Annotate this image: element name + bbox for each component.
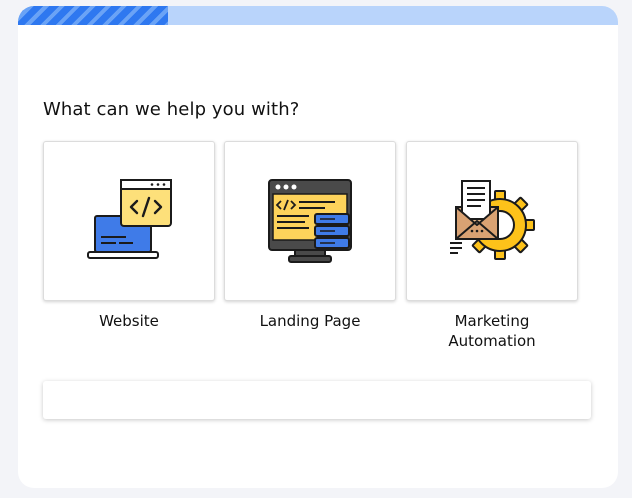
email-gear-icon	[450, 180, 535, 260]
progress-bar	[18, 6, 618, 25]
option-label: Landing Page	[259, 312, 361, 330]
option-marketing-automation[interactable]: Marketing Automation	[406, 141, 578, 351]
option-label: Website	[99, 312, 159, 330]
progress-bar-fill	[18, 6, 168, 25]
option-card[interactable]	[224, 141, 396, 301]
option-landing-page[interactable]: Landing Page	[224, 141, 396, 331]
browser-server-icon	[268, 179, 352, 263]
option-card[interactable]	[43, 141, 215, 301]
question-heading: What can we help you with?	[43, 99, 300, 120]
option-label: Marketing Automation	[448, 312, 536, 350]
answer-input[interactable]	[43, 381, 591, 419]
option-website[interactable]: Website	[43, 141, 215, 331]
laptop-code-icon	[87, 179, 172, 259]
option-card[interactable]	[406, 141, 578, 301]
form-card: What can we help you with? Website Landi…	[18, 6, 618, 488]
